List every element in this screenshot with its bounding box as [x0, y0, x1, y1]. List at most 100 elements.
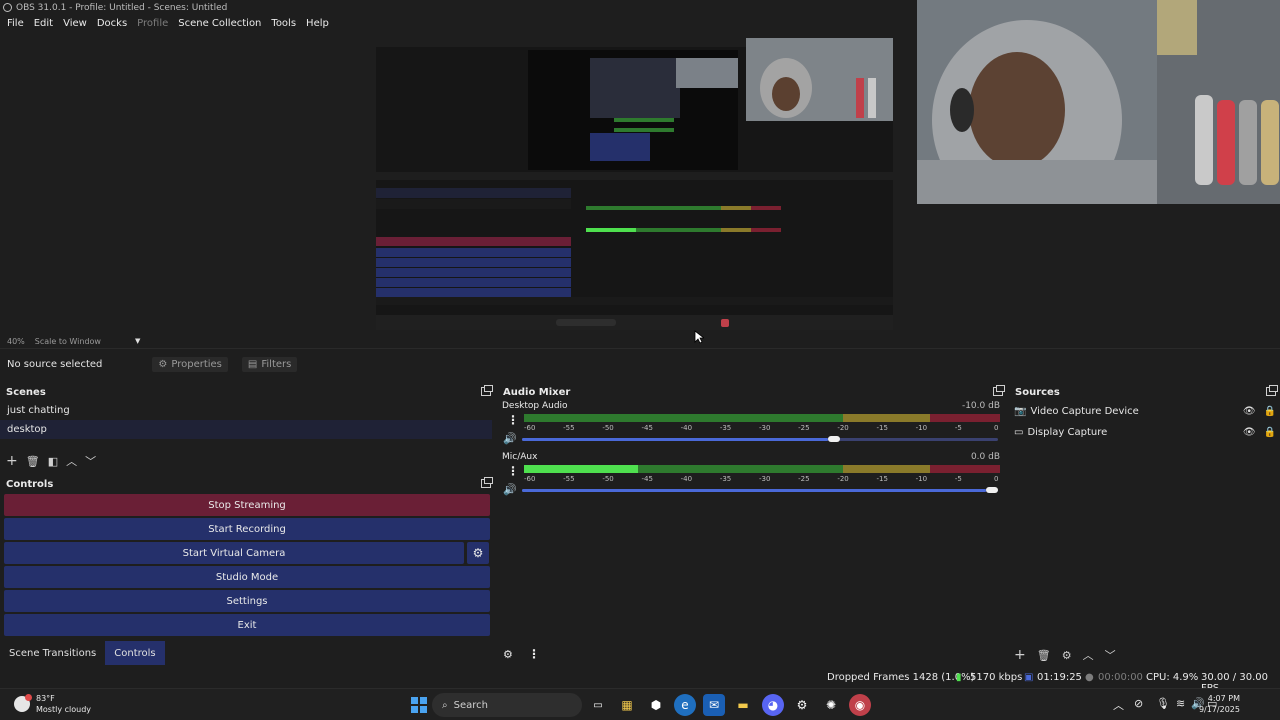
- mic-aux-meter: [524, 465, 1000, 473]
- bottom-tab-bar: Scene Transitions Controls: [0, 641, 495, 665]
- tab-controls[interactable]: Controls: [105, 641, 165, 665]
- app-cube-icon[interactable]: ⬢: [645, 694, 667, 716]
- meter-tick-label: -10: [915, 475, 928, 483]
- tray-chevron-icon[interactable]: ︿: [1113, 697, 1124, 713]
- source-item-display-capture[interactable]: ▭ Display Capture 👁 🔒: [1014, 422, 1276, 442]
- wifi-icon[interactable]: ≋: [1176, 697, 1185, 710]
- sources-toolbar: + 🗑 ⚙ ︿ ﹀: [1014, 647, 1116, 663]
- audio-mixer-menu-icon[interactable]: ⋮: [528, 647, 540, 661]
- stream-status-icon: ▣: [1024, 672, 1034, 683]
- advanced-audio-properties-icon[interactable]: ⚙: [503, 648, 513, 661]
- properties-label: Properties: [171, 359, 222, 370]
- virtual-camera-settings-gear-icon[interactable]: ⚙: [467, 542, 489, 564]
- menu-edit[interactable]: Edit: [29, 18, 58, 29]
- taskbar-clock[interactable]: 4:07 PM 9/17/2025: [1196, 693, 1240, 715]
- scenes-undock-icon[interactable]: [481, 385, 493, 396]
- mic-aux-ticks: -60 -55 -50 -45 -40 -35 -30 -25 -20 -15 -10 -5 0: [524, 473, 1000, 487]
- desktop-audio-meter: [524, 414, 1000, 422]
- visibility-eye-icon[interactable]: 👁: [1243, 427, 1256, 438]
- properties-button[interactable]: ⚙ Properties: [152, 357, 228, 372]
- windows-taskbar: 83°F Mostly cloudy ⌕ Search ▭ ▦ ⬢ e ✉ ▬ …: [0, 688, 1280, 720]
- taskbar-search-box[interactable]: ⌕ Search: [432, 693, 582, 717]
- add-scene-icon[interactable]: +: [6, 453, 18, 469]
- chatgpt-icon[interactable]: ✺: [820, 694, 842, 716]
- exit-button[interactable]: Exit: [4, 614, 490, 636]
- menu-docks[interactable]: Docks: [92, 18, 132, 29]
- source-toolbar: No source selected ⚙ Properties ▤ Filter…: [0, 348, 1280, 380]
- meter-tick-label: 0: [994, 475, 999, 483]
- tab-scene-transitions[interactable]: Scene Transitions: [0, 641, 105, 665]
- taskbar-search-label: Search: [453, 699, 488, 711]
- visibility-eye-icon[interactable]: 👁: [1243, 406, 1256, 417]
- desktop-audio-speaker-icon[interactable]: 🔊: [503, 432, 517, 445]
- menu-help[interactable]: Help: [301, 18, 334, 29]
- start-recording-button[interactable]: Start Recording: [4, 518, 490, 540]
- menu-profile[interactable]: Profile: [132, 18, 173, 29]
- obs-taskbar-icon[interactable]: ◉: [849, 694, 871, 716]
- scene-filters-icon[interactable]: ◧: [48, 455, 58, 468]
- audio-mixer-undock-icon[interactable]: [993, 385, 1005, 396]
- move-source-up-icon[interactable]: ︿: [1083, 647, 1094, 663]
- steam-icon[interactable]: ⚙: [791, 694, 813, 716]
- mic-aux-speaker-icon[interactable]: 🔊: [503, 483, 517, 496]
- menu-file[interactable]: File: [2, 18, 29, 29]
- mic-aux-menu-icon[interactable]: ⋮: [507, 464, 519, 478]
- remove-source-icon[interactable]: 🗑: [1037, 649, 1051, 662]
- studio-mode-button[interactable]: Studio Mode: [4, 566, 490, 588]
- preview-canvas[interactable]: [376, 38, 893, 330]
- controls-undock-icon[interactable]: [481, 477, 493, 488]
- record-time: 00:00:00: [1098, 672, 1143, 683]
- meter-tick-label: -55: [563, 424, 575, 432]
- meter-tick-label: -40: [680, 475, 693, 483]
- discord-icon[interactable]: ◕: [762, 694, 784, 716]
- meter-tick-label: -35: [719, 424, 732, 432]
- windows-start-icon[interactable]: [408, 694, 430, 716]
- webcam-image: [917, 0, 1280, 204]
- zoom-level: 40%: [7, 336, 25, 346]
- add-source-icon[interactable]: +: [1014, 647, 1026, 663]
- lock-icon[interactable]: 🔒: [1264, 406, 1276, 417]
- scale-mode-chevron-icon[interactable]: ▼: [135, 337, 140, 345]
- cpu-usage: CPU: 4.9%: [1146, 672, 1199, 683]
- filters-label: Filters: [261, 359, 292, 370]
- lock-icon[interactable]: 🔒: [1264, 427, 1276, 438]
- source-status: No source selected: [7, 359, 103, 370]
- scenes-title: Scenes: [6, 387, 46, 398]
- meter-tick-label: -60: [524, 475, 536, 483]
- move-down-icon[interactable]: ﹀: [85, 453, 96, 469]
- settings-button[interactable]: Settings: [4, 590, 490, 612]
- filters-button[interactable]: ▤ Filters: [241, 357, 298, 372]
- sources-undock-icon[interactable]: [1266, 385, 1278, 396]
- camera-off-icon[interactable]: ⊘: [1134, 697, 1143, 710]
- meter-tick-label: -35: [719, 475, 732, 483]
- source-item-video-capture-device[interactable]: 📷 Video Capture Device 👁 🔒: [1014, 401, 1276, 421]
- move-source-down-icon[interactable]: ﹀: [1105, 647, 1116, 663]
- edge-browser-icon[interactable]: e: [674, 694, 696, 716]
- scale-mode-select[interactable]: Scale to Window: [35, 337, 101, 346]
- microphone-icon[interactable]: 🎙: [1156, 697, 1170, 710]
- scene-item-just-chatting[interactable]: just chatting: [0, 401, 492, 420]
- microsoft-store-icon[interactable]: ▦: [616, 694, 638, 716]
- meter-tick-label: -45: [641, 424, 653, 432]
- menu-tools[interactable]: Tools: [266, 18, 301, 29]
- mic-aux-volume-slider[interactable]: [986, 487, 998, 493]
- meter-tick-label: 0: [994, 424, 999, 432]
- outlook-icon[interactable]: ✉: [703, 694, 725, 716]
- stop-streaming-button[interactable]: Stop Streaming: [4, 494, 490, 516]
- desktop-audio-volume-slider[interactable]: [828, 436, 841, 442]
- menu-view[interactable]: View: [58, 18, 92, 29]
- channel-name-mic-aux: Mic/Aux: [502, 452, 538, 462]
- weather-widget[interactable]: 83°F Mostly cloudy: [14, 693, 91, 715]
- mic-aux-level: [524, 465, 639, 473]
- task-view-icon[interactable]: ▭: [587, 694, 609, 716]
- scene-item-desktop[interactable]: desktop: [0, 420, 492, 439]
- start-virtual-camera-button[interactable]: Start Virtual Camera: [4, 542, 464, 564]
- file-explorer-icon[interactable]: ▬: [732, 694, 754, 716]
- source-label: Video Capture Device: [1030, 405, 1139, 417]
- menu-scene-collection[interactable]: Scene Collection: [173, 18, 266, 29]
- move-up-icon[interactable]: ︿: [66, 453, 77, 469]
- remove-scene-icon[interactable]: 🗑: [26, 455, 40, 468]
- nested-obs-screenshot: [376, 38, 893, 330]
- source-properties-gear-icon[interactable]: ⚙: [1062, 649, 1072, 662]
- desktop-audio-menu-icon[interactable]: ⋮: [507, 413, 519, 427]
